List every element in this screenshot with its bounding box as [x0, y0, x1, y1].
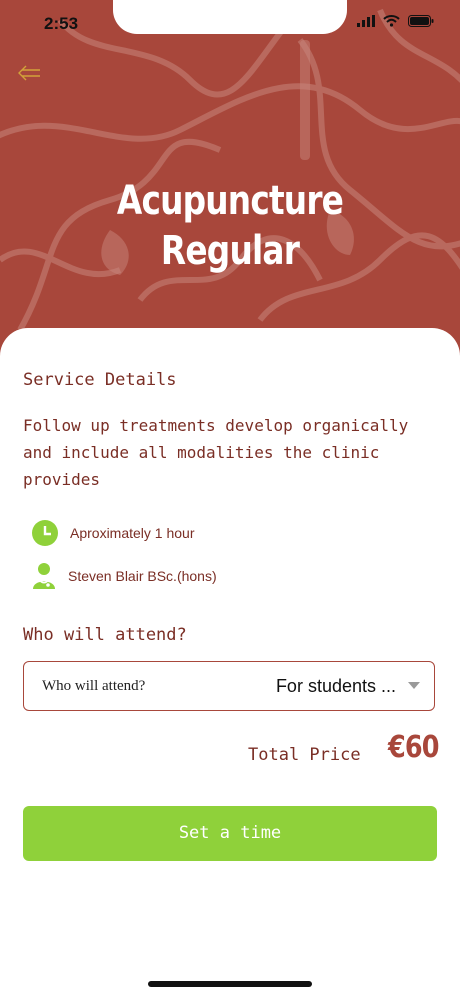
service-details-heading: Service Details	[23, 370, 177, 390]
battery-icon	[408, 15, 434, 27]
service-description: Follow up treatments develop organically…	[23, 416, 409, 489]
wifi-icon	[383, 15, 400, 27]
doctor-icon	[33, 563, 55, 589]
status-time: 2:53	[44, 14, 79, 33]
home-indicator	[148, 981, 312, 987]
attendee-select-value: For students ...	[275, 676, 396, 696]
signal-icon	[357, 15, 375, 27]
clock-icon	[32, 520, 58, 546]
dropdown-caret-icon	[408, 682, 420, 689]
attendee-select-label: Who will attend?	[42, 678, 146, 694]
attendee-select[interactable]: Who will attend? For students ...	[23, 661, 435, 711]
practitioner-text: Steven Blair BSc.(hons)	[68, 568, 217, 584]
total-price-value: €60	[388, 730, 440, 765]
hero-header: 2:53 Acupuncture Regular	[0, 0, 460, 360]
device-notch	[113, 0, 347, 34]
duration-text: Aproximately 1 hour	[70, 525, 195, 541]
service-title-line1: Acupuncture	[116, 178, 344, 224]
duration-row: Aproximately 1 hour	[32, 520, 195, 546]
attend-heading: Who will attend?	[23, 625, 187, 645]
status-icons	[357, 15, 434, 27]
status-bar: 2:53	[0, 0, 460, 50]
total-price-label: Total Price	[248, 745, 361, 765]
back-arrow-icon[interactable]	[14, 60, 46, 88]
practitioner-row: Steven Blair BSc.(hons)	[32, 562, 217, 590]
service-title: Acupuncture Regular	[41, 176, 418, 276]
service-title-line2: Regular	[160, 228, 300, 274]
set-a-time-button[interactable]: Set a time	[23, 806, 437, 861]
